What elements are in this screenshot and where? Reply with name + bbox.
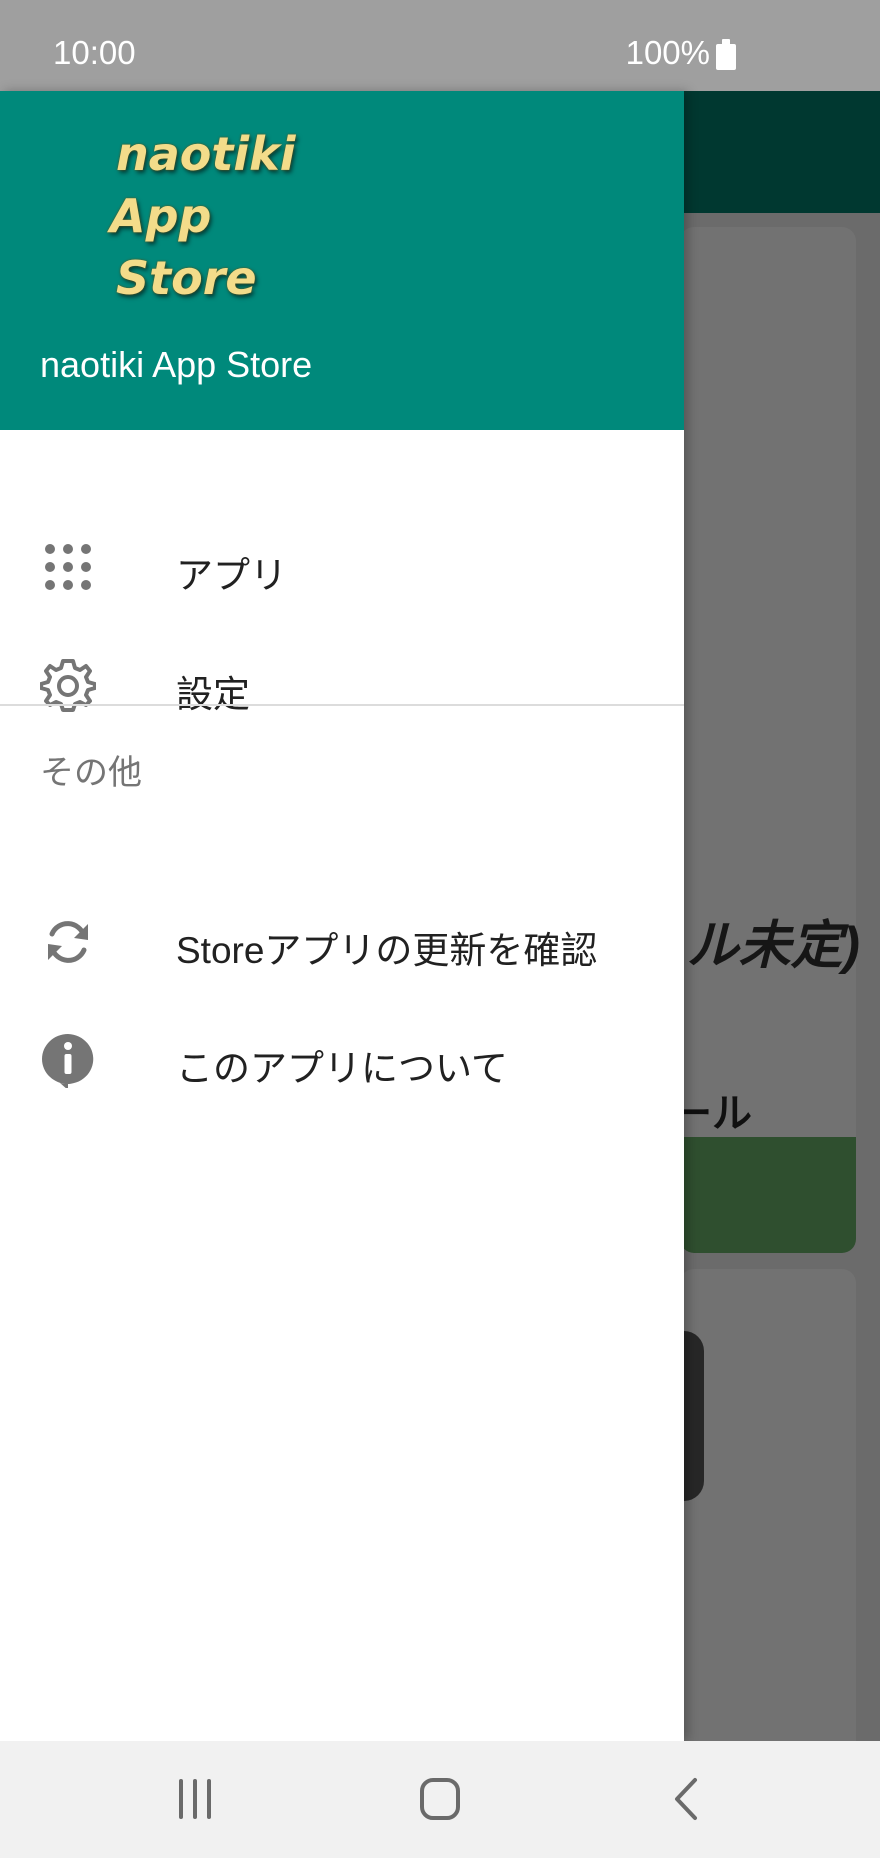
apps-grid-icon bbox=[45, 544, 91, 590]
logo-line-1: naotiki bbox=[116, 127, 296, 181]
section-header-other: その他 bbox=[40, 754, 142, 792]
menu-item-label: 設定 bbox=[176, 674, 250, 715]
menu-item-settings[interactable]: 設定 bbox=[0, 628, 684, 746]
app-logo: naotiki App Store bbox=[108, 123, 308, 313]
refresh-icon bbox=[48, 921, 88, 963]
system-navigation-bar bbox=[0, 1741, 880, 1858]
background-app-card-2 bbox=[680, 1269, 856, 1769]
menu-item-check-update[interactable]: Storeアプリの更新を確認 bbox=[0, 884, 684, 1002]
divider bbox=[0, 704, 684, 706]
drawer-header: naotiki App Store naotiki App Store bbox=[0, 91, 684, 430]
recent-apps-icon[interactable] bbox=[165, 1771, 225, 1827]
status-bar: 10:00 100% bbox=[0, 0, 880, 91]
battery-icon bbox=[716, 39, 736, 70]
logo-line-2: App bbox=[110, 189, 212, 243]
navigation-drawer: naotiki App Store naotiki App Store アプリ … bbox=[0, 91, 684, 1741]
menu-item-label: このアプリについて bbox=[176, 1048, 508, 1089]
drawer-header-title: naotiki App Store bbox=[40, 344, 313, 385]
menu-item-label: アプリ bbox=[176, 555, 287, 596]
menu-item-apps[interactable]: アプリ bbox=[0, 509, 684, 627]
menu-item-label: Storeアプリの更新を確認 bbox=[176, 930, 598, 971]
background-install-button bbox=[680, 1137, 856, 1253]
battery-percentage: 100% bbox=[625, 34, 710, 71]
status-time: 10:00 bbox=[53, 34, 136, 71]
logo-line-3: Store bbox=[116, 251, 257, 305]
info-icon bbox=[42, 1034, 94, 1088]
home-icon[interactable] bbox=[410, 1771, 470, 1827]
back-icon[interactable] bbox=[657, 1771, 717, 1827]
menu-item-about[interactable]: このアプリについて bbox=[0, 1002, 684, 1120]
